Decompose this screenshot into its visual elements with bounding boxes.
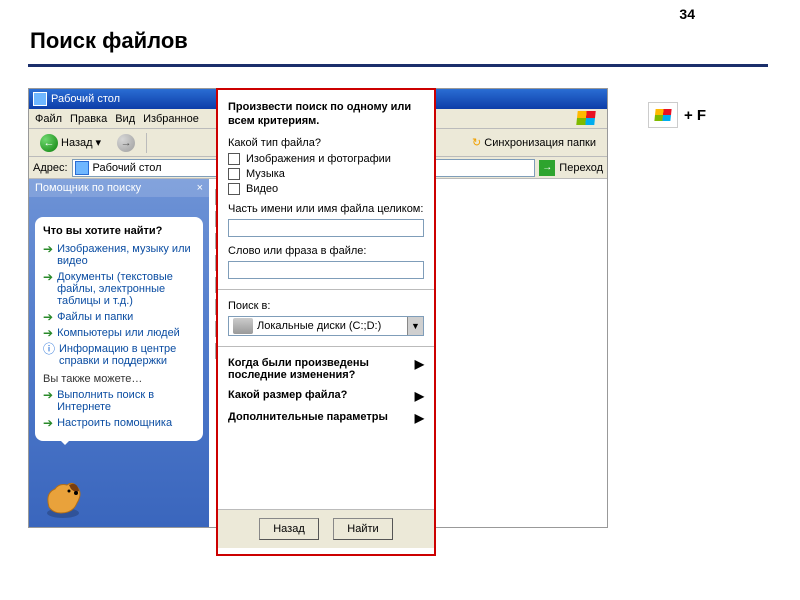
- back-button[interactable]: Назад: [259, 518, 319, 540]
- sync-label: Синхронизация папки: [484, 137, 596, 149]
- back-arrow-icon: ←: [40, 134, 58, 152]
- when-modified-row[interactable]: Когда были произведены последние изменен…: [228, 357, 424, 381]
- desktop-icon: [33, 92, 47, 106]
- search-opt-documents[interactable]: ➔ Документы (текстовые файлы, электронные…: [43, 271, 195, 307]
- address-label: Адрес:: [33, 162, 68, 174]
- search-balloon: Что вы хотите найти? ➔ Изображения, музык…: [35, 217, 203, 441]
- file-type-label: Какой тип файла?: [228, 137, 424, 149]
- search-criteria-dialog: Произвести поиск по одному или всем крит…: [216, 88, 436, 556]
- opt-label: Настроить помощника: [57, 417, 172, 429]
- when-label: Когда были произведены последние изменен…: [228, 357, 415, 381]
- separator: [146, 133, 147, 153]
- checkbox-icon: [228, 153, 240, 165]
- sync-button[interactable]: ↻ Синхронизация папки: [467, 133, 601, 152]
- search-opt-images[interactable]: ➔ Изображения, музыку или видео: [43, 243, 195, 267]
- dialog-button-bar: Назад Найти: [218, 509, 434, 548]
- close-icon[interactable]: ×: [197, 182, 203, 194]
- windows-logo-icon: [577, 111, 601, 127]
- balloon-tail: [57, 437, 73, 453]
- expand-icon: ▶: [415, 389, 424, 403]
- chk-label: Изображения и фотографии: [246, 153, 391, 165]
- opt-label: Информацию в центре справки и поддержки: [59, 343, 195, 367]
- arrow-icon: ➔: [43, 271, 53, 283]
- filename-label: Часть имени или имя файла целиком:: [228, 203, 424, 215]
- checkbox-images[interactable]: Изображения и фотографии: [228, 153, 424, 165]
- title-rule: [28, 64, 768, 67]
- search-dog-icon: [39, 473, 87, 519]
- back-label: Назад: [61, 137, 93, 149]
- info-icon: ⓘ: [43, 343, 55, 355]
- arrow-icon: ➔: [43, 311, 53, 323]
- arrow-icon: ➔: [43, 417, 53, 429]
- drive-icon: [233, 318, 253, 334]
- chk-label: Музыка: [246, 168, 285, 180]
- checkbox-icon: [228, 183, 240, 195]
- divider: [218, 346, 434, 347]
- also-label: Вы также можете…: [43, 373, 195, 385]
- phrase-input[interactable]: [228, 261, 424, 279]
- menu-edit[interactable]: Правка: [70, 113, 107, 125]
- page-title: Поиск файлов: [30, 28, 188, 54]
- go-label: Переход: [559, 162, 603, 174]
- chevron-down-icon[interactable]: ▼: [407, 317, 423, 335]
- checkbox-icon: [228, 168, 240, 180]
- more-params-row[interactable]: Дополнительные параметры ▶: [228, 411, 424, 425]
- search-opt-computers[interactable]: ➔ Компьютеры или людей: [43, 327, 195, 339]
- search-opt-files[interactable]: ➔ Файлы и папки: [43, 311, 195, 323]
- chk-label: Видео: [246, 183, 278, 195]
- search-panel-title: Помощник по поиску: [35, 182, 141, 194]
- chevron-down-icon: ▾: [96, 136, 102, 149]
- checkbox-video[interactable]: Видео: [228, 183, 424, 195]
- file-size-row[interactable]: Какой размер файла? ▶: [228, 389, 424, 403]
- search-companion-panel: Помощник по поиску × Что вы хотите найти…: [29, 179, 209, 527]
- dialog-heading: Произвести поиск по одному или всем крит…: [228, 100, 424, 129]
- forward-arrow-icon: →: [117, 134, 135, 152]
- page-number: 34: [679, 6, 695, 22]
- search-panel-header: Помощник по поиску ×: [29, 179, 209, 197]
- shortcut-hint: + F: [648, 102, 706, 128]
- windows-key-icon: [648, 102, 678, 128]
- search-in-combo[interactable]: Локальные диски (C:;D:) ▼: [228, 316, 424, 336]
- divider: [218, 289, 434, 290]
- search-opt-help[interactable]: ⓘ Информацию в центре справки и поддержки: [43, 343, 195, 367]
- forward-button[interactable]: →: [112, 131, 140, 155]
- checkbox-music[interactable]: Музыка: [228, 168, 424, 180]
- shortcut-text: + F: [684, 107, 706, 124]
- search-opt-configure[interactable]: ➔ Настроить помощника: [43, 417, 195, 429]
- sync-icon: ↻: [472, 136, 481, 149]
- arrow-icon: ➔: [43, 389, 53, 401]
- opt-label: Изображения, музыку или видео: [57, 243, 195, 267]
- back-button[interactable]: ← Назад ▾: [35, 131, 106, 155]
- phrase-label: Слово или фраза в файле:: [228, 245, 424, 257]
- arrow-icon: ➔: [43, 243, 53, 255]
- opt-label: Файлы и папки: [57, 311, 133, 323]
- menu-view[interactable]: Вид: [115, 113, 135, 125]
- window-title: Рабочий стол: [51, 93, 120, 105]
- menu-favorites[interactable]: Избранное: [143, 113, 199, 125]
- more-label: Дополнительные параметры: [228, 411, 388, 423]
- search-in-label: Поиск в:: [228, 300, 424, 312]
- find-button[interactable]: Найти: [333, 518, 393, 540]
- expand-icon: ▶: [415, 357, 424, 371]
- opt-label: Выполнить поиск в Интернете: [57, 389, 195, 413]
- opt-label: Документы (текстовые файлы, электронные …: [57, 271, 195, 307]
- combo-value: Локальные диски (C:;D:): [257, 320, 407, 332]
- arrow-icon: ➔: [43, 327, 53, 339]
- expand-icon: ▶: [415, 411, 424, 425]
- size-label: Какой размер файла?: [228, 389, 347, 401]
- search-opt-internet[interactable]: ➔ Выполнить поиск в Интернете: [43, 389, 195, 413]
- go-button[interactable]: →: [539, 160, 555, 176]
- filename-input[interactable]: [228, 219, 424, 237]
- search-question: Что вы хотите найти?: [43, 225, 195, 237]
- opt-label: Компьютеры или людей: [57, 327, 180, 339]
- desktop-small-icon: [75, 161, 89, 175]
- menu-file[interactable]: Файл: [35, 113, 62, 125]
- address-value: Рабочий стол: [93, 162, 162, 174]
